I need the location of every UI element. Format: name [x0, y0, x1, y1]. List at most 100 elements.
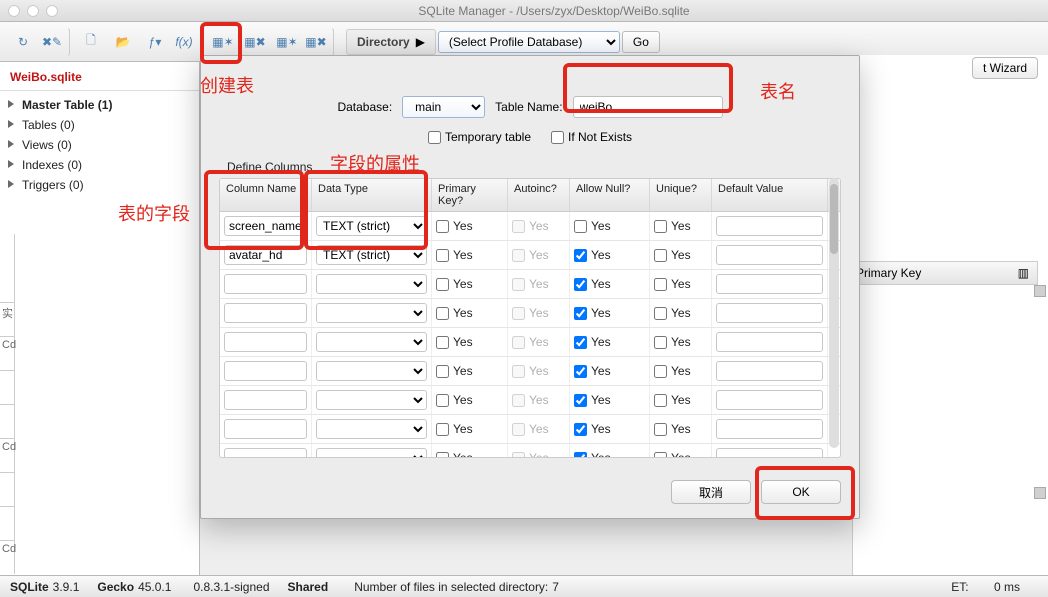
- pk-checkbox[interactable]: [436, 365, 449, 378]
- data-type-select[interactable]: [316, 448, 427, 458]
- scroll-up-icon[interactable]: [1034, 285, 1046, 297]
- unique-checkbox[interactable]: [654, 220, 667, 233]
- autoinc-checkbox: [512, 365, 525, 378]
- tree-triggers[interactable]: Triggers (0): [0, 175, 199, 195]
- right-scrollbar[interactable]: [1034, 285, 1046, 505]
- allow-null-checkbox[interactable]: [574, 307, 587, 320]
- temporary-checkbox[interactable]: [428, 131, 441, 144]
- if-not-exists-option[interactable]: If Not Exists: [551, 130, 632, 144]
- create-table-button[interactable]: ▦✶: [208, 27, 238, 57]
- new-db-button[interactable]: 🗋: [76, 27, 106, 57]
- define-columns-label: Define Columns: [227, 160, 841, 174]
- default-value-input[interactable]: [716, 274, 823, 294]
- grid-scrollbar-thumb[interactable]: [830, 184, 838, 254]
- unique-checkbox[interactable]: [654, 249, 667, 262]
- drop-table-button[interactable]: ▦✖: [240, 27, 270, 57]
- rename-table-button[interactable]: ▦✖: [304, 27, 334, 57]
- wizard-button[interactable]: t Wizard: [972, 57, 1038, 79]
- data-type-select[interactable]: [316, 361, 427, 381]
- traffic-light-zoom[interactable]: [46, 5, 58, 17]
- data-type-select[interactable]: [316, 332, 427, 352]
- header-picker-icon[interactable]: ▥: [1018, 266, 1029, 280]
- allow-null-checkbox[interactable]: [574, 220, 587, 233]
- window-title: SQLite Manager - /Users/zyx/Desktop/WeiB…: [68, 4, 1040, 18]
- traffic-light-close[interactable]: [8, 5, 20, 17]
- tree-indexes[interactable]: Indexes (0): [0, 155, 199, 175]
- unique-checkbox[interactable]: [654, 394, 667, 407]
- default-value-input[interactable]: [716, 448, 823, 458]
- pk-checkbox[interactable]: [436, 220, 449, 233]
- status-et-label: ET:: [951, 580, 968, 594]
- allow-null-checkbox[interactable]: [574, 365, 587, 378]
- column-name-input[interactable]: [224, 245, 307, 265]
- fx-button[interactable]: f(x): [172, 27, 202, 57]
- allow-null-checkbox[interactable]: [574, 394, 587, 407]
- column-name-input[interactable]: [224, 448, 307, 458]
- data-type-select[interactable]: [316, 274, 427, 294]
- default-value-input[interactable]: [716, 390, 823, 410]
- refresh-button[interactable]: ↻: [8, 27, 38, 57]
- unique-checkbox[interactable]: [654, 336, 667, 349]
- allow-null-checkbox[interactable]: [574, 278, 587, 291]
- default-value-input[interactable]: [716, 245, 823, 265]
- tree-tables[interactable]: Tables (0): [0, 115, 199, 135]
- pk-checkbox[interactable]: [436, 394, 449, 407]
- unique-checkbox[interactable]: [654, 365, 667, 378]
- column-name-input[interactable]: [224, 361, 307, 381]
- ok-button[interactable]: OK: [761, 480, 841, 504]
- column-name-input[interactable]: [224, 390, 307, 410]
- column-row: YesYesYesYes: [220, 328, 840, 357]
- default-value-input[interactable]: [716, 361, 823, 381]
- data-type-select[interactable]: [316, 419, 427, 439]
- tree-views[interactable]: Views (0): [0, 135, 199, 155]
- column-name-input[interactable]: [224, 419, 307, 439]
- column-name-input[interactable]: [224, 274, 307, 294]
- unique-checkbox[interactable]: [654, 452, 667, 459]
- unique-checkbox[interactable]: [654, 278, 667, 291]
- temporary-table-option[interactable]: Temporary table: [428, 130, 531, 144]
- rename-table-icon: ▦✖: [306, 32, 326, 52]
- default-value-input[interactable]: [716, 419, 823, 439]
- ifnotexists-checkbox[interactable]: [551, 131, 564, 144]
- data-type-select[interactable]: TEXT (strict): [316, 245, 427, 265]
- pk-checkbox[interactable]: [436, 423, 449, 436]
- allow-null-checkbox[interactable]: [574, 336, 587, 349]
- column-name-input[interactable]: [224, 303, 307, 323]
- go-button[interactable]: Go: [622, 31, 660, 53]
- pk-checkbox[interactable]: [436, 336, 449, 349]
- data-type-select[interactable]: [316, 390, 427, 410]
- unique-checkbox[interactable]: [654, 307, 667, 320]
- default-value-input[interactable]: [716, 332, 823, 352]
- data-type-select[interactable]: [316, 303, 427, 323]
- status-gecko-ver: 45.0.1: [138, 580, 171, 594]
- column-name-input[interactable]: [224, 332, 307, 352]
- play-icon[interactable]: ▶: [416, 35, 425, 49]
- function-button[interactable]: ƒ▾: [140, 27, 170, 57]
- pk-checkbox[interactable]: [436, 278, 449, 291]
- copy-table-icon: ▦✶: [277, 32, 297, 52]
- copy-table-button[interactable]: ▦✶: [272, 27, 302, 57]
- tablename-input[interactable]: [573, 96, 723, 118]
- profile-database-select[interactable]: (Select Profile Database): [438, 31, 620, 53]
- data-type-select[interactable]: TEXT (strict): [316, 216, 427, 236]
- allow-null-checkbox[interactable]: [574, 452, 587, 459]
- pk-checkbox[interactable]: [436, 249, 449, 262]
- scroll-down-icon[interactable]: [1034, 487, 1046, 499]
- tools-button[interactable]: ✖✎: [40, 27, 70, 57]
- database-select[interactable]: main: [402, 96, 485, 118]
- grid-scrollbar[interactable]: [829, 178, 839, 448]
- pk-checkbox[interactable]: [436, 452, 449, 459]
- unique-checkbox[interactable]: [654, 423, 667, 436]
- traffic-light-minimize[interactable]: [27, 5, 39, 17]
- column-name-input[interactable]: [224, 216, 307, 236]
- primary-key-header: Primary Key: [856, 266, 921, 280]
- pk-checkbox[interactable]: [436, 307, 449, 320]
- allow-null-checkbox[interactable]: [574, 423, 587, 436]
- db-filename[interactable]: WeiBo.sqlite: [0, 62, 199, 91]
- allow-null-checkbox[interactable]: [574, 249, 587, 262]
- default-value-input[interactable]: [716, 303, 823, 323]
- open-db-button[interactable]: 📂: [108, 27, 138, 57]
- cancel-button[interactable]: 取消: [671, 480, 751, 504]
- default-value-input[interactable]: [716, 216, 823, 236]
- tree-master-table[interactable]: Master Table (1): [0, 95, 199, 115]
